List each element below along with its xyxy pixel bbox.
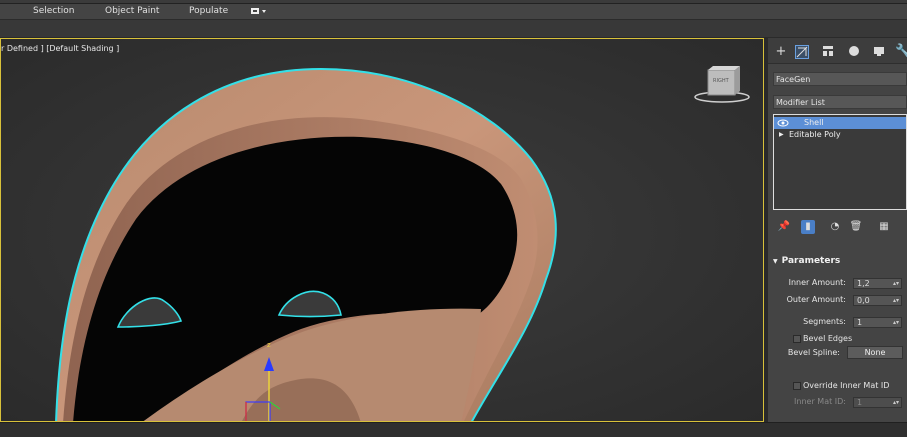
outer-amount-label: Outer Amount: [786,295,846,304]
command-panel: + 🔧 FaceGen Modifier List Shell ▶ Editab… [768,38,907,422]
parameters-title: Parameters [781,256,841,266]
modify-tab-icon[interactable] [795,45,809,59]
bevel-edges-checkbox[interactable] [793,335,801,343]
stack-item-label: Shell [804,118,824,127]
viewport-scene [1,39,763,421]
hierarchy-tab-icon[interactable] [821,45,835,59]
outer-amount-spinner[interactable]: 0,0 ▴▾ [853,295,902,306]
inner-amount-label: Inner Amount: [788,278,846,287]
spinner-arrows-icon[interactable]: ▴▾ [893,279,899,288]
modifier-stack: Shell ▶ Editable Poly [773,114,907,210]
inner-mat-id-value: 1 [857,398,863,407]
stack-item-label: Editable Poly [789,130,841,139]
bevel-spline-label: Bevel Spline: [787,348,840,357]
override-inner-mat-label: Override Inner Mat ID [803,381,890,390]
segments-value: 1 [857,318,863,327]
configure-modifier-sets-icon[interactable]: ▦ [877,220,891,234]
stack-toolbar: 📌 ▮ ◔ 🗑 ▦ [773,218,907,236]
object-name-field[interactable]: FaceGen [773,72,907,86]
make-unique-icon[interactable]: ◔ [828,220,842,234]
ribbon-tab-object-paint[interactable]: Object Paint [105,6,159,16]
spinner-arrows-icon[interactable]: ▴▾ [893,398,899,407]
parameters-rollout-header[interactable]: ▼ Parameters [773,256,907,268]
pin-stack-icon[interactable]: 📌 [777,220,791,234]
bevel-spline-button[interactable]: None [847,346,903,359]
outer-amount-value: 0,0 [857,296,870,305]
ribbon-bar: Selection Object Paint Populate [0,4,907,20]
expand-arrow-icon[interactable]: ▶ [779,129,784,141]
show-end-result-icon[interactable]: ▮ [801,220,815,234]
bevel-edges-label: Bevel Edges [803,334,853,343]
inner-mat-id-label: Inner Mat ID: [794,397,846,406]
display-tab-icon[interactable] [872,45,886,59]
segments-spinner[interactable]: 1 ▴▾ [853,317,902,328]
stack-item-editable-poly[interactable]: ▶ Editable Poly [774,129,906,141]
inner-amount-spinner[interactable]: 1,2 ▴▾ [853,278,902,289]
ribbon-options-dropdown-icon[interactable] [250,5,268,20]
ribbon-tab-selection[interactable]: Selection [33,6,74,16]
modifier-list-dropdown[interactable]: Modifier List [773,95,907,109]
status-bar [0,422,907,437]
segments-label: Segments: [803,317,846,326]
stack-item-shell[interactable]: Shell [774,117,906,129]
create-tab-plus-icon[interactable]: + [774,45,788,59]
gizmo-z-label: z [267,341,271,349]
command-panel-tabs: + 🔧 [768,38,907,64]
viewcube-label: RIGHT [713,78,729,84]
override-inner-mat-checkbox[interactable] [793,382,801,390]
utilities-tab-wrench-icon[interactable]: 🔧 [895,45,907,59]
remove-modifier-trash-icon[interactable]: 🗑 [849,220,863,234]
inner-mat-id-spinner[interactable]: 1 ▴▾ [853,397,902,408]
perspective-viewport[interactable]: r Defined ] [Default Shading ] z RIGHT [0,38,764,422]
spinner-arrows-icon[interactable]: ▴▾ [893,296,899,305]
collapse-arrow-icon: ▼ [773,258,778,265]
toolbar-strip [0,20,907,37]
spinner-arrows-icon[interactable]: ▴▾ [893,318,899,327]
ribbon-tab-populate[interactable]: Populate [189,6,228,16]
motion-tab-icon[interactable] [847,45,861,59]
viewport-label[interactable]: r Defined ] [Default Shading ] [1,44,119,53]
inner-amount-value: 1,2 [857,279,870,288]
